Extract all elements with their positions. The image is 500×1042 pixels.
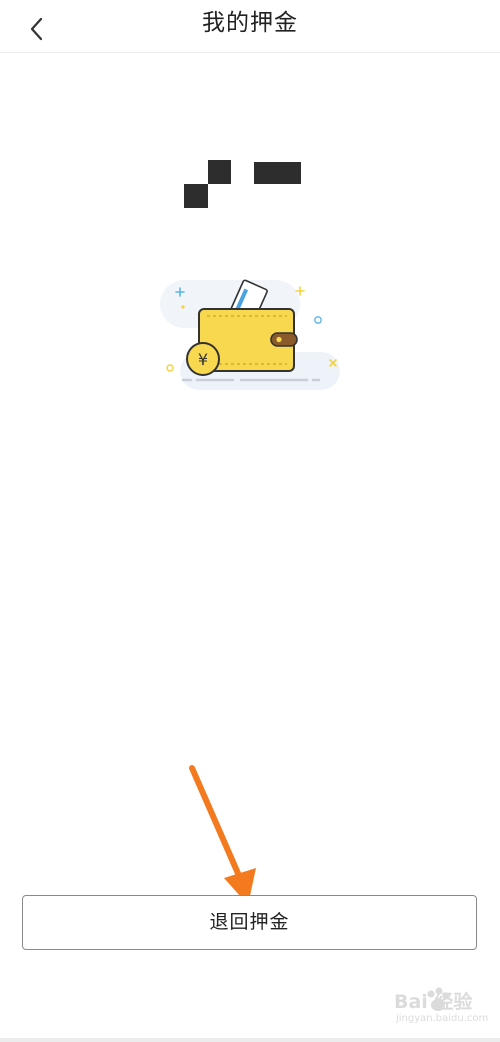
watermark-subtext: jingyan.baidu.com — [396, 1013, 489, 1024]
deposit-amount-redacted — [184, 160, 304, 210]
annotation-arrow — [189, 765, 256, 905]
wallet-illustration: ¥ — [155, 272, 345, 397]
navigation-bar: 我的押金 — [0, 0, 500, 53]
refund-deposit-button[interactable]: 退回押金 — [22, 895, 477, 950]
bottom-divider — [0, 1038, 500, 1042]
watermark-text: Bai 经验 — [394, 991, 473, 1013]
wallet-icon: ¥ — [160, 279, 340, 390]
watermark: Bai 经验 jingyan.baidu.com — [380, 985, 492, 1033]
page-title: 我的押金 — [202, 10, 298, 36]
currency-symbol: ¥ — [198, 350, 208, 369]
